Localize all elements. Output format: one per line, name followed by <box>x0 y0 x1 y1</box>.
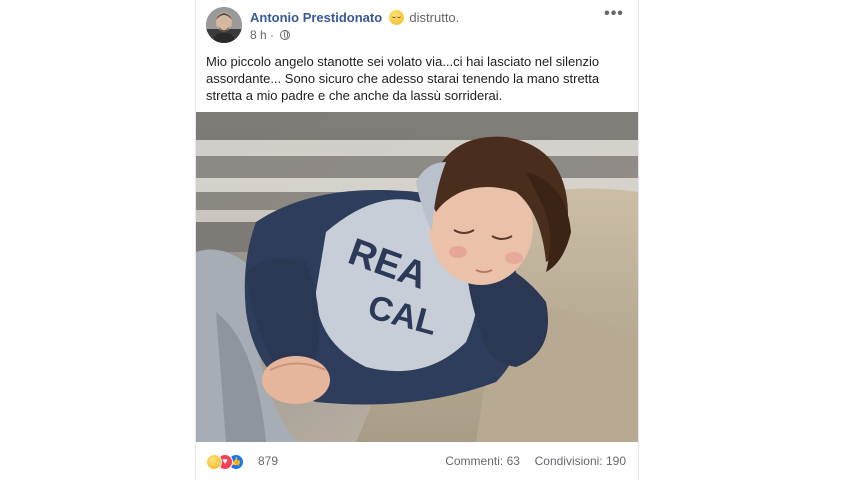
post-stats: Commenti: 63 Condivisioni: 190 <box>445 454 626 468</box>
reaction-count[interactable]: 879 <box>258 454 278 468</box>
post-text: Mio piccolo angelo stanotte sei volato v… <box>206 54 600 103</box>
sad-emoji-icon <box>388 10 404 25</box>
comments-count[interactable]: Commenti: 63 <box>445 454 520 468</box>
post-meta: 8 h · <box>250 28 291 42</box>
post-footer: ♥ 👍 879 Commenti: 63 Condivisioni: 190 <box>206 452 630 472</box>
meta-separator: · <box>270 28 275 42</box>
photo-image: REA CAL <box>196 112 638 442</box>
post-header: Antonio Prestidonato distrutto. 8 h · ••… <box>206 6 630 47</box>
avatar[interactable] <box>206 7 242 43</box>
author-line: Antonio Prestidonato distrutto. <box>250 10 459 25</box>
post-photo[interactable]: REA CAL <box>196 112 638 442</box>
post-time[interactable]: 8 h <box>250 28 267 42</box>
author-name[interactable]: Antonio Prestidonato <box>250 10 382 25</box>
avatar-image <box>206 7 242 43</box>
sad-reaction-icon <box>206 454 222 470</box>
more-options-button[interactable]: ••• <box>602 6 626 25</box>
globe-icon <box>280 30 291 40</box>
shares-count[interactable]: Condivisioni: 190 <box>535 454 626 468</box>
feeling-text: distrutto. <box>409 10 460 25</box>
post-card: Antonio Prestidonato distrutto. 8 h · ••… <box>195 0 639 480</box>
